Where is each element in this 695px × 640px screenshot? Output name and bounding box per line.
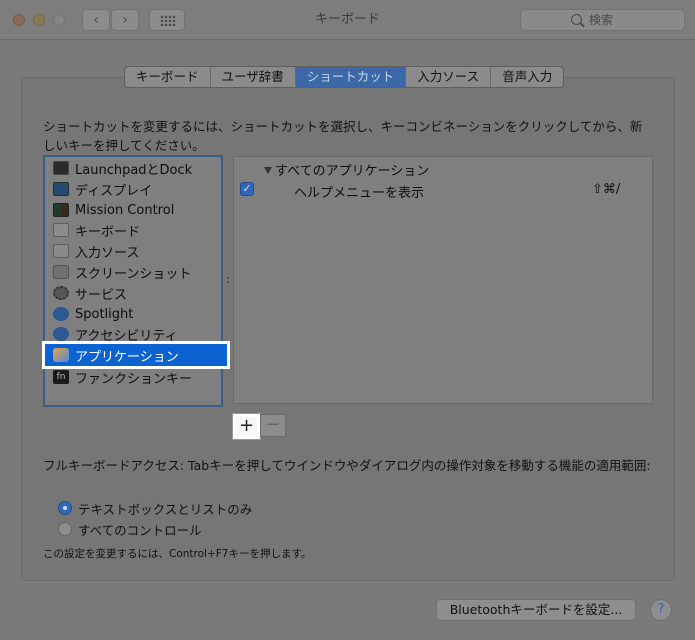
- display-icon: [53, 182, 69, 196]
- back-button[interactable]: ‹: [82, 9, 110, 31]
- input-source-icon: [53, 244, 69, 258]
- category-label: サービス: [75, 287, 128, 303]
- tab-input-sources[interactable]: 入力ソース: [406, 67, 492, 87]
- tab-user-dictionary[interactable]: ユーザ辞書: [211, 67, 296, 87]
- tab-keyboard[interactable]: キーボード: [125, 67, 211, 87]
- category-label: Mission Control: [75, 202, 175, 218]
- category-label: ファンクションキー: [75, 371, 193, 387]
- category-services[interactable]: サービス: [53, 283, 127, 303]
- search-field[interactable]: 検索: [520, 9, 685, 31]
- app-shortcuts-icon: [53, 348, 69, 362]
- control-f7-note: この設定を変更するには、Control+F7キーを押します。: [43, 548, 312, 560]
- radio-button[interactable]: [58, 522, 72, 536]
- category-label: アプリケーション: [75, 349, 179, 365]
- category-label: スクリーンショット: [75, 266, 192, 282]
- radio-text-boxes-lists[interactable]: テキストボックスとリストのみ: [58, 499, 252, 517]
- spotlight-icon: [53, 307, 69, 321]
- category-label: LaunchpadとDock: [75, 162, 193, 178]
- category-spotlight[interactable]: Spotlight: [53, 304, 133, 324]
- search-placeholder: 検索: [589, 13, 614, 27]
- tab-shortcuts[interactable]: ショートカット: [295, 67, 407, 87]
- category-mission-control[interactable]: Mission Control: [53, 200, 174, 220]
- shortcut-enabled-checkbox[interactable]: ✓: [240, 182, 254, 196]
- show-all-button[interactable]: [149, 9, 185, 31]
- category-label: キーボード: [75, 224, 141, 240]
- category-keyboard[interactable]: キーボード: [53, 220, 140, 240]
- category-function-keys[interactable]: fn ファンクションキー: [53, 367, 192, 387]
- chevron-left-icon: ‹: [93, 12, 99, 28]
- category-label: アクセシビリティ: [75, 328, 178, 344]
- title-bar: キーボード ‹ › 検索: [0, 0, 695, 40]
- full-keyboard-access-label: フルキーボードアクセス: Tabキーを押してウインドウやダイアログ内の操作対象を…: [43, 458, 651, 473]
- shortcut-description: ショートカットを変更するには、ショートカットを選択し、キーコンビネーションをクリ…: [43, 119, 643, 153]
- function-key-icon: fn: [53, 370, 69, 384]
- checkmark-icon: ✓: [242, 182, 252, 195]
- launchpad-icon: [53, 161, 69, 175]
- search-icon: [571, 14, 582, 25]
- remove-shortcut-button[interactable]: −: [260, 414, 286, 437]
- radio-label: テキストボックスとリストのみ: [78, 501, 253, 517]
- split-view-handle[interactable]: [226, 276, 230, 284]
- group-row-all-apps[interactable]: すべてのアプリケーション: [264, 160, 429, 179]
- radio-button[interactable]: [58, 501, 72, 515]
- category-label: ディスプレイ: [75, 183, 153, 199]
- category-accessibility[interactable]: アクセシビリティ: [53, 324, 178, 344]
- shortcut-keys[interactable]: ⇧⌘/: [592, 182, 620, 197]
- radio-label: すべてのコントロール: [78, 522, 202, 538]
- table-row[interactable]: ✓ ヘルプメニューを表示 ⇧⌘/: [234, 179, 652, 201]
- group-label: すべてのアプリケーション: [275, 164, 430, 179]
- category-label: 入力ソース: [75, 245, 140, 261]
- radio-all-controls[interactable]: すべてのコントロール: [58, 520, 202, 538]
- shortcut-category-list[interactable]: LaunchpadとDock ディスプレイ Mission Control キー…: [42, 155, 230, 407]
- help-button[interactable]: ?: [650, 599, 672, 621]
- tab-dictation[interactable]: 音声入力: [491, 67, 563, 87]
- mission-control-icon: [53, 203, 69, 217]
- chevron-right-icon: ›: [122, 12, 128, 28]
- screenshot-icon: [53, 265, 69, 279]
- accessibility-icon: [53, 327, 69, 341]
- category-app-shortcuts[interactable]: アプリケーション: [42, 341, 230, 369]
- category-display[interactable]: ディスプレイ: [53, 179, 152, 199]
- category-input-sources[interactable]: 入力ソース: [53, 241, 139, 261]
- grid-icon: [160, 15, 176, 26]
- category-launchpad-dock[interactable]: LaunchpadとDock: [53, 158, 192, 178]
- setup-bluetooth-keyboard-button[interactable]: Bluetoothキーボードを設定...: [436, 599, 636, 621]
- services-icon: [53, 286, 69, 300]
- add-shortcut-button[interactable]: +: [232, 413, 261, 440]
- forward-button[interactable]: ›: [111, 9, 139, 31]
- keyboard-icon: [53, 223, 69, 237]
- category-label: Spotlight: [75, 306, 134, 322]
- category-screenshots[interactable]: スクリーンショット: [53, 262, 191, 282]
- shortcut-label: ヘルプメニューを表示: [294, 186, 425, 201]
- add-remove-controls: + −: [232, 413, 286, 440]
- disclosure-triangle-icon[interactable]: [264, 167, 272, 174]
- tab-bar: キーボード ユーザ辞書 ショートカット 入力ソース 音声入力: [124, 66, 565, 88]
- shortcut-table[interactable]: すべてのアプリケーション ✓ ヘルプメニューを表示 ⇧⌘/: [233, 156, 653, 404]
